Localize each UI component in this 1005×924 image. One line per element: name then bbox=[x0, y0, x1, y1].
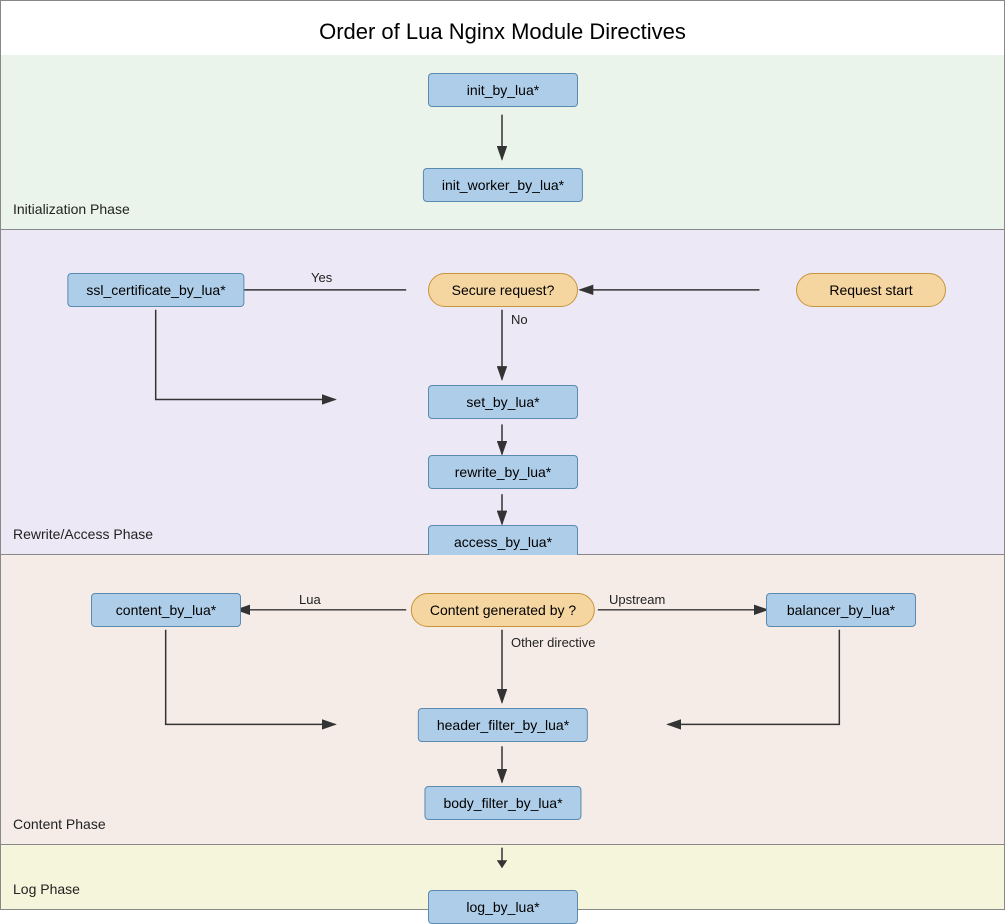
balancer-by-lua-label: balancer_by_lua* bbox=[787, 602, 895, 618]
node-body-filter-by-lua: body_filter_by_lua* bbox=[424, 786, 581, 820]
phase-rewrite: Request start Secure request? ssl_certif… bbox=[1, 230, 1004, 555]
access-by-lua-label: access_by_lua* bbox=[454, 534, 552, 550]
header-filter-by-lua-label: header_filter_by_lua* bbox=[437, 717, 569, 733]
log-nodes: log_by_lua* bbox=[1, 845, 1004, 909]
node-secure-request: Secure request? bbox=[428, 273, 578, 307]
diagram-container: Order of Lua Nginx Module Directives ini… bbox=[0, 0, 1005, 910]
request-start-box: Request start bbox=[796, 273, 946, 307]
other-directive-label: Other directive bbox=[511, 635, 596, 650]
set-by-lua-box: set_by_lua* bbox=[428, 385, 578, 419]
init-worker-by-lua-box: init_worker_by_lua* bbox=[423, 168, 583, 202]
ssl-cert-label: ssl_certificate_by_lua* bbox=[86, 282, 225, 298]
upstream-label: Upstream bbox=[609, 592, 665, 607]
no-label: No bbox=[511, 312, 528, 327]
node-content-by-lua: content_by_lua* bbox=[91, 593, 241, 627]
phase-log: log_by_lua* Log Phase bbox=[1, 845, 1004, 909]
set-by-lua-label: set_by_lua* bbox=[466, 394, 539, 410]
node-init-worker-by-lua: init_worker_by_lua* bbox=[423, 168, 583, 202]
phase-content: Content generated by ? content_by_lua* b… bbox=[1, 555, 1004, 845]
yes-label: Yes bbox=[311, 270, 332, 285]
init-worker-by-lua-label: init_worker_by_lua* bbox=[442, 177, 564, 193]
node-ssl-cert: ssl_certificate_by_lua* bbox=[67, 273, 244, 307]
secure-request-box: Secure request? bbox=[428, 273, 578, 307]
content-generated-by-label: Content generated by ? bbox=[430, 602, 576, 618]
node-set-by-lua: set_by_lua* bbox=[428, 385, 578, 419]
rewrite-nodes: Request start Secure request? ssl_certif… bbox=[1, 230, 1004, 554]
phase-content-label: Content Phase bbox=[13, 816, 106, 832]
header-filter-by-lua-box: header_filter_by_lua* bbox=[418, 708, 588, 742]
rewrite-by-lua-box: rewrite_by_lua* bbox=[428, 455, 578, 489]
content-by-lua-box: content_by_lua* bbox=[91, 593, 241, 627]
content-nodes: Content generated by ? content_by_lua* b… bbox=[1, 555, 1004, 844]
phase-init-label: Initialization Phase bbox=[13, 201, 130, 217]
node-rewrite-by-lua: rewrite_by_lua* bbox=[428, 455, 578, 489]
rewrite-by-lua-label: rewrite_by_lua* bbox=[455, 464, 552, 480]
node-request-start: Request start bbox=[796, 273, 946, 307]
title-text: Order of Lua Nginx Module Directives bbox=[319, 19, 686, 44]
node-access-by-lua: access_by_lua* bbox=[428, 525, 578, 559]
node-header-filter-by-lua: header_filter_by_lua* bbox=[418, 708, 588, 742]
log-by-lua-box: log_by_lua* bbox=[428, 890, 578, 924]
content-generated-by-box: Content generated by ? bbox=[411, 593, 595, 627]
lua-label: Lua bbox=[299, 592, 321, 607]
node-balancer-by-lua: balancer_by_lua* bbox=[766, 593, 916, 627]
init-by-lua-label: init_by_lua* bbox=[467, 82, 539, 98]
node-log-by-lua: log_by_lua* bbox=[428, 890, 578, 924]
phase-log-label: Log Phase bbox=[13, 881, 80, 897]
body-filter-by-lua-label: body_filter_by_lua* bbox=[443, 795, 562, 811]
init-nodes: init_by_lua* init_worker_by_lua* bbox=[1, 55, 1004, 229]
diagram-title: Order of Lua Nginx Module Directives bbox=[1, 1, 1004, 55]
access-by-lua-box: access_by_lua* bbox=[428, 525, 578, 559]
node-init-by-lua: init_by_lua* bbox=[428, 73, 578, 107]
node-content-generated-by: Content generated by ? bbox=[411, 593, 595, 627]
secure-request-label: Secure request? bbox=[452, 282, 555, 298]
request-start-label: Request start bbox=[829, 282, 912, 298]
body-filter-by-lua-box: body_filter_by_lua* bbox=[424, 786, 581, 820]
phase-rewrite-label: Rewrite/Access Phase bbox=[13, 526, 153, 542]
phase-init: init_by_lua* init_worker_by_lua* Initial… bbox=[1, 55, 1004, 230]
log-by-lua-label: log_by_lua* bbox=[466, 899, 539, 915]
content-by-lua-label: content_by_lua* bbox=[116, 602, 216, 618]
init-by-lua-box: init_by_lua* bbox=[428, 73, 578, 107]
ssl-cert-box: ssl_certificate_by_lua* bbox=[67, 273, 244, 307]
balancer-by-lua-box: balancer_by_lua* bbox=[766, 593, 916, 627]
